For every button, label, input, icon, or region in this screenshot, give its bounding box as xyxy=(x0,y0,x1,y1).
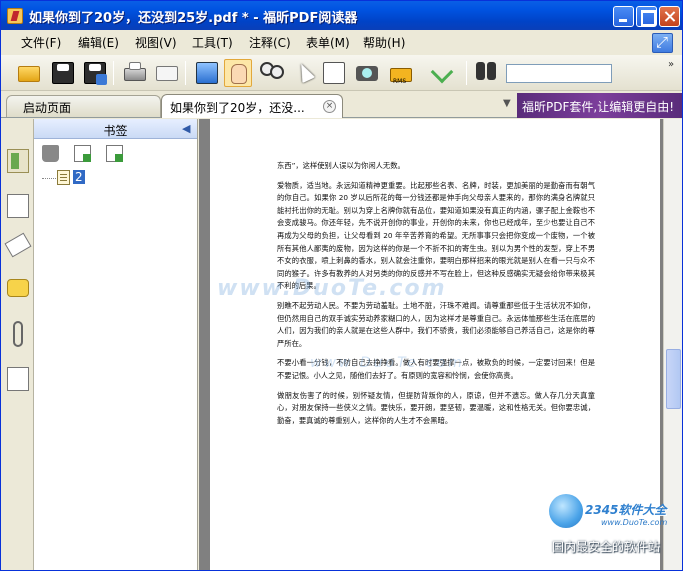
logo-slogan-text: 国内最安全的软件站 xyxy=(552,540,661,554)
rms-label: RMS xyxy=(393,78,407,85)
scrollbar-thumb[interactable] xyxy=(666,349,681,409)
snapshot-icon[interactable] xyxy=(353,59,381,87)
print-icon[interactable] xyxy=(121,59,149,87)
toolbar-overflow-icon[interactable]: » xyxy=(668,59,674,70)
watermark-text-secondary: www.DuoTe.com xyxy=(310,355,465,371)
paragraph: 东西”，这样使别人误以为你闲人无数。 xyxy=(277,161,405,170)
side-icon-bar xyxy=(1,119,34,570)
hand-tool-icon[interactable] xyxy=(224,59,252,87)
tab-close-icon[interactable]: × xyxy=(323,100,336,113)
collapse-panel-icon[interactable]: ◀ xyxy=(182,122,190,135)
select-text-icon[interactable] xyxy=(320,59,348,87)
pages-panel-icon[interactable] xyxy=(7,194,29,218)
email-icon[interactable] xyxy=(153,59,181,87)
tab-list-dropdown-icon[interactable]: ▼ xyxy=(503,98,511,109)
window-title: 如果你到了20岁，还没到25岁.pdf * - 福昕PDF阅读器 xyxy=(29,11,358,26)
add-child-bookmark-icon[interactable] xyxy=(106,145,123,162)
title-bar[interactable]: 如果你到了20岁，还没到25岁.pdf * - 福昕PDF阅读器 xyxy=(1,1,682,30)
delete-bookmark-icon[interactable] xyxy=(42,145,59,162)
paragraph: 别瞧不起劳动人民。不要为劳动羞耻。土地不脏，汗珠不难闻。请尊重那些低于生活状况不… xyxy=(277,300,595,348)
mascot-logo-icon xyxy=(549,494,583,528)
sign-icon[interactable] xyxy=(429,59,457,87)
tab-bar: 启动页面 如果你到了20岁，还没... × ▼ 福昕PDF套件,让编辑更自由! xyxy=(1,92,682,118)
tree-connector xyxy=(42,178,56,179)
tab-document[interactable]: 如果你到了20岁，还没... xyxy=(161,94,343,118)
zoom-icon[interactable] xyxy=(257,59,285,87)
menu-form[interactable]: 表单(M) xyxy=(306,34,350,51)
ad-banner[interactable]: 福昕PDF套件,让编辑更自由! xyxy=(517,93,682,118)
tab-start-page[interactable]: 启动页面 xyxy=(6,95,161,117)
toolbar-separator xyxy=(185,61,186,85)
add-bookmark-icon[interactable] xyxy=(74,145,91,162)
logo-url-text: www.DuoTe.com xyxy=(601,518,668,527)
bookmark-item[interactable]: 2 xyxy=(42,169,192,187)
panel-title: 书签 xyxy=(103,124,128,138)
menu-help[interactable]: 帮助(H) xyxy=(363,34,405,51)
foxit-app-icon[interactable] xyxy=(7,8,23,24)
fullscreen-icon[interactable] xyxy=(193,59,221,87)
restore-view-icon[interactable] xyxy=(652,33,673,53)
save-icon[interactable] xyxy=(49,59,77,87)
tab-start-label: 启动页面 xyxy=(23,101,72,115)
toolbar-separator xyxy=(466,61,467,85)
comments-panel-icon[interactable] xyxy=(7,279,29,297)
toolbar-separator xyxy=(113,61,114,85)
bookmark-page-icon xyxy=(57,170,70,185)
bookmarks-panel-icon[interactable] xyxy=(7,149,29,173)
maximize-button[interactable] xyxy=(636,6,657,27)
menu-tools[interactable]: 工具(T) xyxy=(192,34,233,51)
binoculars-icon[interactable] xyxy=(473,59,501,87)
layers-panel-icon[interactable] xyxy=(4,232,32,258)
select-arrow-icon[interactable] xyxy=(289,59,317,87)
save-as-icon[interactable] xyxy=(81,59,109,87)
paragraph: 做朋友伤害了的时候，别怀疑友情，但提防背叛你的人，原谅，但并不遗忘。做人存几分天… xyxy=(277,390,595,425)
close-window-button[interactable] xyxy=(659,6,680,27)
toolbar: RMS » xyxy=(1,55,682,91)
attachments-panel-icon[interactable] xyxy=(13,321,23,347)
bookmark-toolbar xyxy=(34,140,197,166)
signatures-panel-icon[interactable] xyxy=(7,367,29,391)
menu-comment[interactable]: 注释(C) xyxy=(249,34,291,51)
menu-edit[interactable]: 编辑(E) xyxy=(78,34,119,51)
logo-brand-text: 2345软件大全 xyxy=(585,503,667,517)
rms-lock-icon[interactable]: RMS xyxy=(387,59,415,87)
panel-header: 书签 ◀ xyxy=(34,119,197,139)
minimize-button[interactable] xyxy=(613,6,634,27)
menu-file[interactable]: 文件(F) xyxy=(21,34,61,51)
open-icon[interactable] xyxy=(15,59,43,87)
search-input[interactable] xyxy=(506,64,612,83)
site-watermark-logo: 2345软件大全 www.DuoTe.com 国内最安全的软件站 xyxy=(541,489,681,569)
menu-bar: 文件(F) 编辑(E) 视图(V) 工具(T) 注释(C) 表单(M) 帮助(H… xyxy=(1,30,682,54)
bookmark-panel: 书签 ◀ 2 xyxy=(34,119,198,570)
menu-view[interactable]: 视图(V) xyxy=(135,34,177,51)
app-window: 如果你到了20岁，还没到25岁.pdf * - 福昕PDF阅读器 文件(F) 编… xyxy=(0,0,683,571)
tab-doc-label: 如果你到了20岁，还没... xyxy=(170,101,305,115)
bookmark-label[interactable]: 2 xyxy=(73,170,85,184)
watermark-text: www.DuoTe.com xyxy=(217,276,447,301)
